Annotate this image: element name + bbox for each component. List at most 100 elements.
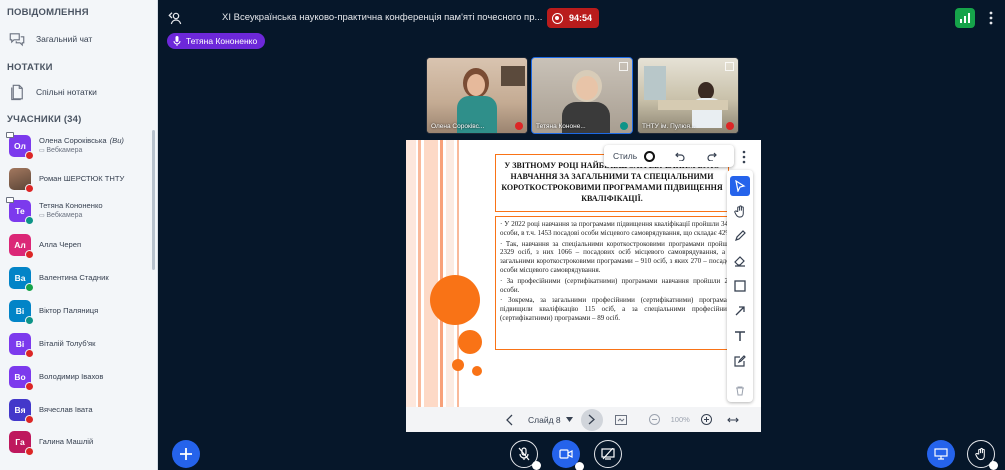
clear-tool[interactable] [730,381,750,401]
user-name-text: Валентина Стадник [39,273,109,282]
video-tile[interactable]: Олена Сороківс... [426,57,528,134]
messages-title: ПОВІДОМЛЕННЯ [7,7,89,18]
mic-status-icon [25,382,34,391]
video-tile[interactable]: Тетяна Кононе... [531,57,633,134]
select-tool[interactable] [730,176,750,196]
avatar-initials: Ві [15,339,25,349]
annotation-toolbar [727,170,753,402]
user-name: Роман ШЕРСТЮК ТНТУ [39,174,124,184]
slide-selector[interactable]: Слайд 8 [528,415,561,425]
user-name: Валентина Стадник [39,273,109,283]
camera-button[interactable] [552,440,584,470]
redo-icon[interactable] [707,151,718,161]
mute-button[interactable] [510,440,541,470]
options-menu-icon[interactable] [985,8,997,28]
user-list-item[interactable]: Ва Валентина Стадник [9,267,154,292]
decor-circle [430,275,480,325]
presentation-toggle-button[interactable] [927,440,955,468]
fullscreen-icon[interactable] [725,62,734,71]
stroke-style-button[interactable] [644,150,656,162]
zoom-in-icon[interactable] [700,414,712,425]
shared-notes-link[interactable]: Спільні нотатки [8,83,97,101]
slide-paragraph: · Зокрема, за загальними професійними (с… [500,296,735,322]
avatar: Ол [6,132,34,160]
fullscreen-icon[interactable] [619,62,628,71]
text-tool[interactable] [730,326,750,346]
public-chat-link[interactable]: Загальний чат [8,30,92,48]
mic-status-icon [25,415,34,424]
recording-indicator[interactable]: 94:54 [547,8,599,28]
more-tools-icon[interactable] [739,150,749,164]
eraser-icon [734,256,745,267]
avatar-initials: Ал [14,240,26,250]
users-title: УЧАСНИКИ (34) [7,114,82,125]
avatar: Во [9,366,34,391]
video-tile[interactable]: ТНТУ ім. Пулюя... [637,57,739,134]
pointer-icon [735,180,746,192]
connection-status-button[interactable] [955,8,975,28]
pencil-tool[interactable] [730,226,750,246]
user-name: Вячеслав Івата [39,405,93,415]
user-status: ▭ Вебкамера [39,146,124,156]
user-name: Віктор Паляниця [39,306,98,316]
presenter-icon [6,132,14,138]
you-label: (Ви) [109,136,124,145]
user-list-item[interactable]: Ві Віталій Толуб'як [9,333,154,358]
user-name-text: Віталій Толуб'як [39,339,96,348]
previous-slide-icon[interactable] [506,414,514,426]
mic-status-icon [25,349,34,358]
presenter-icon [6,197,14,203]
talking-indicator: Тетяна Кононенко [167,33,266,49]
user-list-item[interactable]: Ві Віктор Паляниця [9,300,154,325]
user-list-item[interactable]: Роман ШЕРСТЮК ТНТУ [9,168,154,193]
pan-tool[interactable] [730,201,750,221]
user-list-item[interactable]: Вя Вячеслав Івата [9,399,154,424]
video-settings-dot[interactable] [575,462,584,470]
avatar-initials: Вя [14,405,26,415]
mic-status-icon [25,283,34,292]
user-name-text: Роман ШЕРСТЮК ТНТУ [39,174,125,183]
note-tool[interactable] [730,351,750,371]
rectangle-tool[interactable] [730,276,750,296]
chat-icon [9,33,25,47]
avatar-initials: Те [15,206,25,216]
zoom-out-icon[interactable] [648,414,660,425]
eraser-tool[interactable] [730,251,750,271]
mic-off-icon [518,447,530,461]
fit-width-icon[interactable] [614,414,627,425]
user-list-item[interactable]: Во Володимир Івахов [9,366,154,391]
user-list-item[interactable]: Ал Алла Череп [9,234,154,259]
reactions-dot[interactable] [989,461,998,470]
trash-icon [736,386,744,396]
user-name: Віталій Толуб'як [39,339,96,349]
screen-share-button[interactable] [594,440,622,468]
user-name-text: Олена Сороківська [39,136,107,145]
video-camera-icon [559,449,573,459]
zoom-level: 100% [670,415,690,424]
user-name-text: Віктор Паляниця [39,306,99,315]
user-list-item[interactable]: Ол Олена Сороківська (Ви) ▭ Вебкамера [6,132,154,160]
public-chat-label: Загальний чат [36,34,93,44]
avatar-initials: Во [14,372,26,382]
raise-hand-button[interactable] [967,440,998,470]
presentation-slide[interactable]: У ЗВІТНОМУ РОЦІ НАЙБІЛЬШ ЗАТРЕБУВАНИМ БУ… [406,140,761,432]
audio-settings-dot[interactable] [532,461,541,470]
slide-paragraph: · Так, навчання за спеціальними короткос… [500,239,735,274]
chevron-down-icon [565,417,573,422]
recording-timer: 94:54 [569,13,593,23]
user-list-item[interactable]: Га Галина Машлій [9,431,154,456]
notes-title: НОТАТКИ [7,62,53,73]
avatar-initials: Га [15,437,25,447]
microphone-icon [173,36,181,46]
avatar-initials: Ол [14,141,26,151]
decor-circle [458,330,482,354]
users-toggle-icon[interactable] [165,9,183,27]
signal-icon [960,13,970,23]
undo-icon[interactable] [675,151,685,161]
next-slide-button[interactable] [580,408,603,431]
user-list-item[interactable]: Те Тетяна Кононенко ▭ Вебкамера [6,197,154,225]
actions-button[interactable] [172,440,200,468]
fit-to-screen-icon[interactable] [727,416,739,424]
sidebar: ПОВІДОМЛЕННЯ Загальний чат НОТАТКИ Спіль… [0,0,158,470]
arrow-tool[interactable] [730,301,750,321]
